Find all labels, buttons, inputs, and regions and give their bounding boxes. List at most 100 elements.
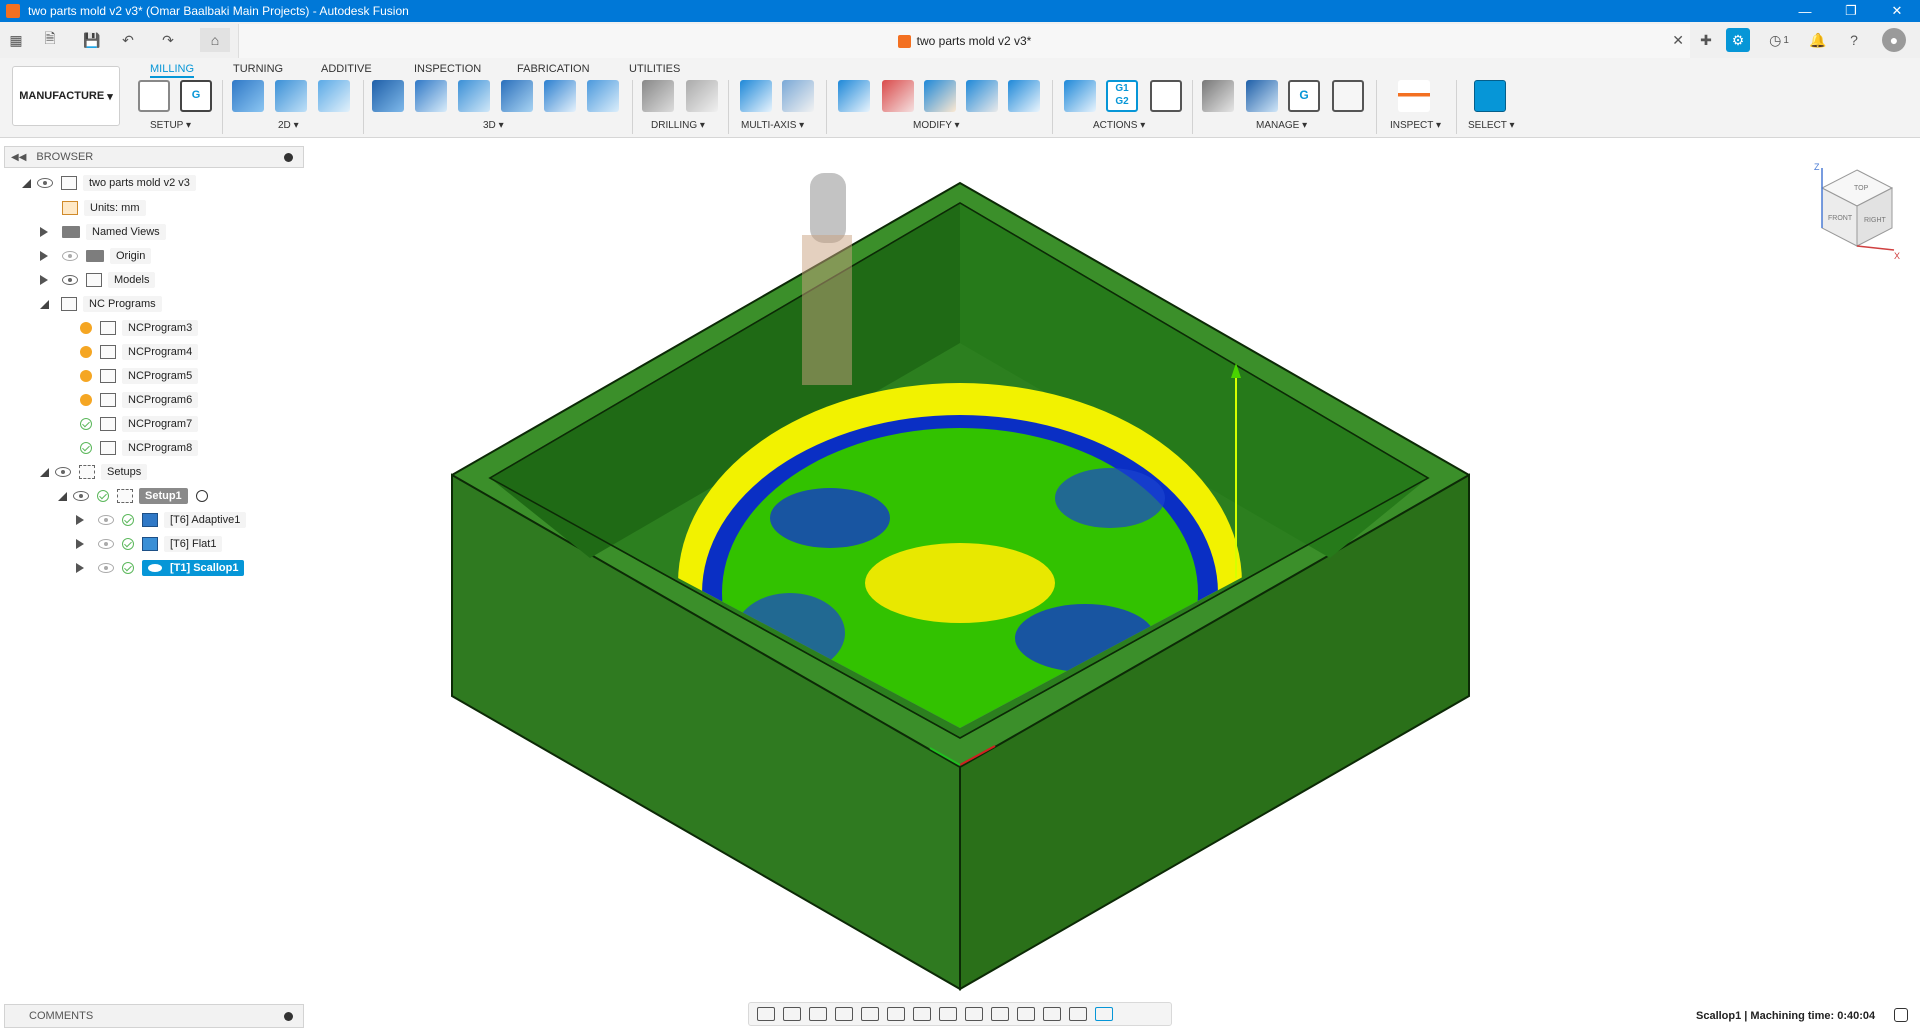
grid-settings-icon[interactable] [913,1007,931,1021]
new-tab-icon[interactable]: ✚ [1694,28,1718,52]
viewcube[interactable]: TOP FRONT RIGHT Z X [1812,160,1902,260]
tab-fabrication[interactable]: FABRICATION [517,60,590,78]
expand-icon[interactable] [40,227,48,237]
look-at-icon[interactable] [783,1007,801,1021]
file-menu-icon[interactable]: 🗎 [38,28,62,52]
tree-ncprogram[interactable]: NCProgram7 [80,415,199,433]
visibility-icon[interactable] [62,251,78,261]
tree-operation-selected[interactable]: [T1] Scallop1 [76,559,245,577]
group-actions[interactable]: ACTIONS ▾ [1093,120,1145,131]
clear-toolpath-icon[interactable] [882,80,914,112]
browser-panel-header[interactable]: ◀◀ BROWSER [4,146,304,168]
toolpath-display-icon[interactable] [1069,1007,1087,1021]
tree-ncprogram[interactable]: NCProgram4 [80,343,199,361]
expand-icon[interactable] [40,467,49,477]
toolpath-trim-icon[interactable] [838,80,870,112]
tree-nc-programs[interactable]: NC Programs [40,295,162,313]
home-icon[interactable]: ⌂ [200,28,230,52]
swarf-icon[interactable] [740,80,772,112]
tab-utilities[interactable]: UTILITIES [629,60,680,78]
visibility-icon[interactable] [73,491,89,501]
group-multi-axis[interactable]: MULTI-AXIS ▾ [741,120,804,131]
nc-program-icon[interactable]: G [180,80,212,112]
steep-shallow-icon[interactable] [458,80,490,112]
extensions-icon[interactable]: ⚙ [1726,28,1750,52]
visibility-icon[interactable] [98,539,114,549]
graphics-viewport[interactable] [0,138,1920,998]
group-setup[interactable]: SETUP ▾ [150,120,191,131]
multi-axis-contour-icon[interactable] [782,80,814,112]
expand-icon[interactable] [40,275,48,285]
group-modify[interactable]: MODIFY ▾ [913,120,960,131]
expand-icon[interactable] [76,515,84,525]
pan-icon[interactable] [809,1007,827,1021]
scallop-icon[interactable] [544,80,576,112]
stock-display-icon[interactable] [1017,1007,1035,1021]
user-avatar[interactable]: ● [1882,28,1906,52]
app-grid-icon[interactable]: ▦ [4,28,28,52]
simulation-display-icon[interactable] [1095,1007,1113,1021]
minimize-icon[interactable]: — [1782,0,1828,22]
comments-add-icon[interactable] [284,1011,293,1021]
tab-milling[interactable]: MILLING [150,60,195,78]
expand-icon[interactable] [22,178,31,188]
close-tab-icon[interactable]: ✕ [1672,32,1684,49]
expand-icon[interactable] [76,563,84,573]
tool-display-icon[interactable] [1043,1007,1061,1021]
parallel-icon[interactable] [587,80,619,112]
tab-turning[interactable]: TURNING [233,60,283,78]
group-drilling[interactable]: DRILLING ▾ [651,120,705,131]
close-icon[interactable]: ✕ [1874,0,1920,22]
tree-ncprogram[interactable]: NCProgram6 [80,391,199,409]
group-manage[interactable]: MANAGE ▾ [1256,120,1307,131]
machine-library-icon[interactable] [1246,80,1278,112]
tab-inspection[interactable]: INSPECTION [414,60,481,78]
job-status-icon[interactable]: ◷ 1 [1762,28,1796,52]
activate-setup-icon[interactable] [195,490,208,502]
save-icon[interactable]: 💾 [80,28,104,52]
help-icon[interactable]: ? [1842,28,1866,52]
tree-setup1[interactable]: Setup1 [58,487,208,505]
group-3d[interactable]: 3D ▾ [483,120,504,131]
orbit-icon[interactable] [757,1007,775,1021]
simulate-icon[interactable] [1064,80,1096,112]
post-library-icon[interactable]: G [1288,80,1320,112]
tool-library-icon[interactable] [1202,80,1234,112]
tree-ncprogram[interactable]: NCProgram8 [80,439,199,457]
visibility-icon[interactable] [62,275,78,285]
comments-panel[interactable]: COMMENTS [4,1004,304,1028]
collapse-browser-icon[interactable]: ◀◀ [11,152,26,163]
template-library-icon[interactable] [1332,80,1364,112]
undo-icon[interactable]: ↶ [116,28,140,52]
pattern-icon[interactable] [966,80,998,112]
visibility-icon[interactable] [37,178,53,188]
tab-additive[interactable]: ADDITIVE [321,60,372,78]
2d-adaptive-icon[interactable] [232,80,264,112]
generate-icon[interactable] [1008,80,1040,112]
tree-operation[interactable]: [T6] Adaptive1 [76,511,247,529]
3d-adaptive-icon[interactable] [372,80,404,112]
viewports-icon[interactable] [939,1007,957,1021]
zoom-icon[interactable] [835,1007,853,1021]
expand-icon[interactable] [40,299,49,309]
setup-sheet-icon[interactable] [1150,80,1182,112]
contour-icon[interactable] [501,80,533,112]
tree-root[interactable]: two parts mold v2 v3 [22,174,196,192]
display-settings-icon[interactable] [887,1007,905,1021]
expand-icon[interactable] [76,539,84,549]
zoom-window-icon[interactable] [861,1007,879,1021]
expand-icon[interactable] [58,491,67,501]
face-icon[interactable] [318,80,350,112]
drill-icon[interactable] [642,80,674,112]
tree-origin[interactable]: Origin [40,247,152,265]
select-icon[interactable] [1474,80,1506,112]
tree-setups[interactable]: Setups [40,463,148,481]
tree-models[interactable]: Models [40,271,156,289]
visibility-icon[interactable] [55,467,71,477]
section-icon[interactable] [965,1007,983,1021]
tree-ncprogram[interactable]: NCProgram5 [80,367,199,385]
expand-icon[interactable] [40,251,48,261]
notifications-icon[interactable]: 🔔 [1806,28,1830,52]
visibility-icon[interactable] [98,515,114,525]
group-2d[interactable]: 2D ▾ [278,120,299,131]
